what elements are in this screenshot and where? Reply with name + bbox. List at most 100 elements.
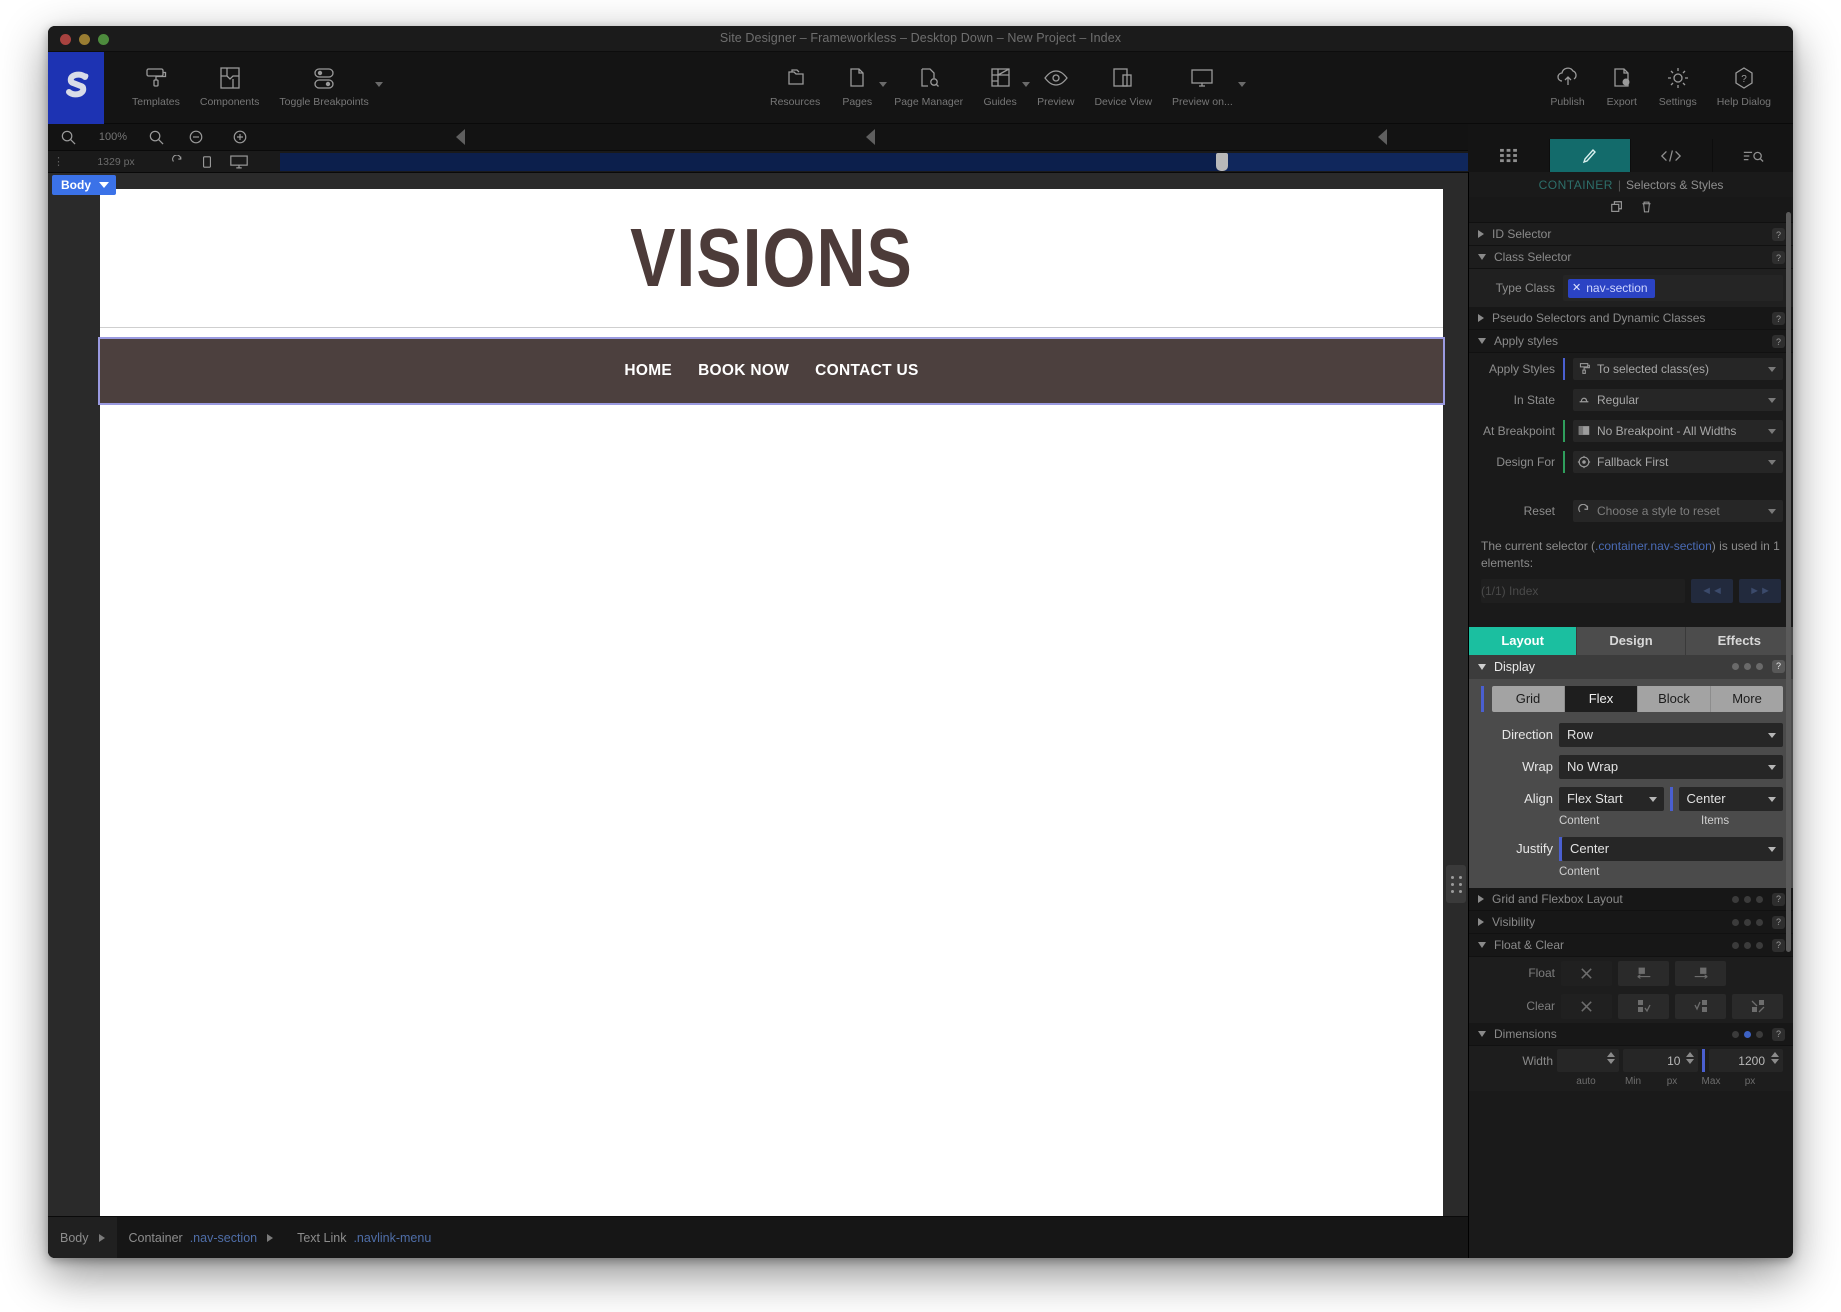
desktop-icon[interactable] [222,154,256,169]
design-canvas[interactable]: Body VISIONS HOME BOOK NOW CONTACT US [48,173,1468,1216]
section-class-selector[interactable]: Class Selector ? [1469,246,1793,269]
zoom-out-button[interactable] [174,124,218,151]
help-icon[interactable]: ? [1772,892,1785,906]
breakpoint-drag-dots-icon[interactable]: ⋮ [48,155,70,168]
width-stepper[interactable] [1607,1052,1616,1065]
float-none-button[interactable] [1561,960,1612,986]
width-max-unit-sublabel[interactable]: px [1729,1076,1771,1091]
width-min-input[interactable]: 10 [1623,1049,1699,1073]
canvas-resize-handle[interactable] [1446,865,1466,903]
float-left-button[interactable] [1618,960,1669,986]
wrap-select[interactable]: No Wrap [1559,754,1783,779]
tab-layout[interactable]: Layout [1469,626,1578,655]
width-min-unit-sublabel[interactable]: px [1651,1076,1693,1091]
breadcrumb-item-container[interactable]: Container .nav-section [117,1217,286,1259]
toolbar-help-dialog-button[interactable]: ? Help Dialog [1707,52,1781,108]
nav-link-contact-us[interactable]: CONTACT US [815,362,918,380]
panel-scrollbar[interactable] [1786,202,1791,1250]
in-state-select[interactable]: Regular [1573,388,1783,411]
clear-none-button[interactable] [1561,993,1612,1019]
close-icon[interactable]: ✕ [1572,281,1581,294]
toolbar-resources-button[interactable]: Resources [760,52,830,108]
float-right-button[interactable] [1675,960,1726,986]
chevron-down-icon[interactable] [374,82,383,87]
section-grid-flexbox-layout[interactable]: Grid and Flexbox Layout ? [1469,887,1793,911]
panel-scrollbar-thumb[interactable] [1786,212,1791,952]
body-element-tag[interactable]: Body [52,175,116,195]
toolbar-settings-button[interactable]: Settings [1649,52,1707,108]
section-pseudo-selectors[interactable]: Pseudo Selectors and Dynamic Classes ? [1469,307,1793,330]
toolbar-page-manager-button[interactable]: Page Manager [884,52,973,108]
toolbar-device-view-button[interactable]: Device View [1084,52,1162,108]
help-icon[interactable]: ? [1772,251,1785,264]
breadcrumb-item-textlink[interactable]: Text Link .navlink-menu [285,1217,443,1259]
zoom-in-button[interactable] [218,124,262,151]
section-id-selector[interactable]: ID Selector ? [1469,223,1793,246]
tab-search[interactable] [1713,139,1794,172]
nav-link-book-now[interactable]: BOOK NOW [698,362,789,380]
chevron-down-icon[interactable] [1237,82,1246,87]
section-display[interactable]: Display ? [1469,654,1793,679]
help-icon[interactable]: ? [1772,228,1785,241]
page-preview[interactable]: VISIONS HOME BOOK NOW CONTACT US [98,189,1445,1216]
breakpoint-range[interactable] [280,153,1220,171]
section-float-clear[interactable]: Float & Clear ? [1469,933,1793,957]
help-icon[interactable]: ? [1772,938,1785,952]
justify-content-select[interactable]: Center [1562,836,1783,861]
nav-link-home[interactable]: HOME [624,362,672,380]
breadcrumb-item-body[interactable]: Body [48,1216,117,1258]
canvas-width-value[interactable]: 1329 px [70,156,162,168]
collapse-center-button[interactable] [866,124,875,151]
design-for-select[interactable]: Fallback First [1573,450,1783,473]
toolbar-templates-button[interactable]: Templates [122,52,190,108]
toolbar-preview-button[interactable]: Preview [1027,52,1084,108]
trash-icon[interactable] [1640,200,1653,219]
toolbar-toggle-breakpoints-button[interactable]: Toggle Breakpoints [269,52,383,108]
collapse-left-panel-button[interactable] [456,124,465,151]
section-dimensions[interactable]: Dimensions ? [1469,1022,1793,1046]
toolbar-export-button[interactable]: Export [1595,52,1649,108]
help-icon[interactable]: ? [1772,659,1785,673]
tab-design[interactable]: Design [1577,626,1686,655]
help-icon[interactable]: ? [1772,915,1785,929]
clear-right-button[interactable] [1675,993,1726,1019]
duplicate-icon[interactable] [1610,200,1624,219]
tablet-icon[interactable] [192,155,222,169]
collapse-right-button[interactable] [1378,124,1387,151]
clear-left-button[interactable] [1618,993,1669,1019]
class-chip-nav-section[interactable]: ✕ nav-section [1568,278,1655,298]
tab-code[interactable] [1631,139,1713,172]
help-icon[interactable]: ? [1772,312,1785,325]
section-apply-styles[interactable]: Apply styles ? [1469,330,1793,353]
display-block-button[interactable]: Block [1638,685,1711,712]
align-items-select[interactable]: Center [1678,786,1783,811]
tab-effects[interactable]: Effects [1685,626,1793,655]
direction-select[interactable]: Row [1559,722,1783,747]
hero-section[interactable]: VISIONS [100,189,1443,328]
zoom-reset-icon[interactable] [48,124,88,151]
width-max-input[interactable]: 1200 [1709,1049,1783,1073]
help-icon[interactable]: ? [1772,1027,1785,1041]
usage-element-select[interactable]: (1/1) Index [1481,578,1685,603]
zoom-level[interactable]: 100% [88,131,138,143]
toolbar-publish-button[interactable]: Publish [1540,52,1594,108]
reset-style-select[interactable]: Choose a style to reset [1573,499,1783,522]
help-icon[interactable]: ? [1772,335,1785,348]
toolbar-components-button[interactable]: Components [190,52,270,108]
tab-blocks[interactable] [1468,139,1550,172]
align-content-select[interactable]: Flex Start [1559,786,1664,811]
display-grid-button[interactable]: Grid [1492,685,1565,712]
chevron-down-icon[interactable] [99,182,109,188]
clear-both-button[interactable] [1732,993,1783,1019]
width-min-stepper[interactable] [1686,1052,1695,1065]
toolbar-preview-on-button[interactable]: Preview on... [1162,52,1246,108]
apply-styles-select[interactable]: To selected class(es) [1573,357,1783,380]
section-visibility[interactable]: Visibility ? [1469,910,1793,934]
magnifier-icon[interactable] [138,124,174,151]
usage-next-button[interactable]: ►► [1739,578,1781,603]
tab-styles[interactable] [1549,139,1631,172]
breakpoint-handle[interactable] [1216,153,1228,171]
toolbar-pages-button[interactable]: Pages [830,52,888,108]
at-breakpoint-select[interactable]: No Breakpoint - All Widths [1573,419,1783,442]
type-class-input[interactable]: ✕ nav-section [1563,275,1783,301]
